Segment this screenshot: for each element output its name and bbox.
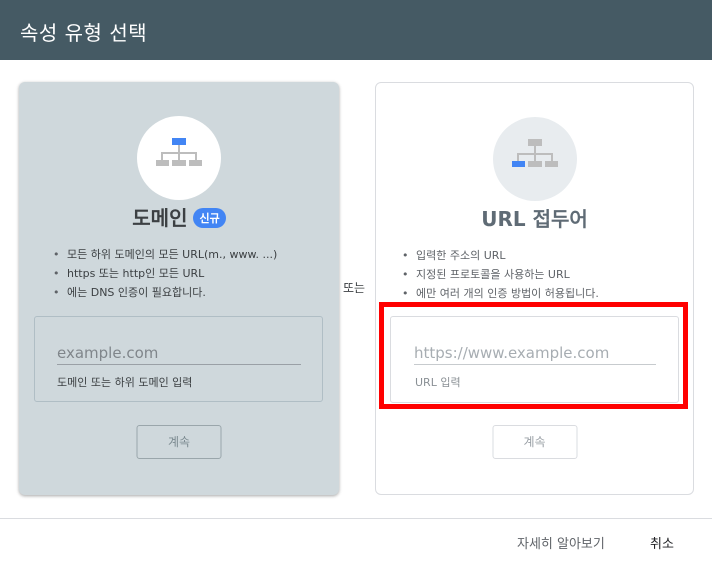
domain-card-title: 도메인 신규	[19, 202, 339, 231]
domain-input-box: 도메인 또는 하위 도메인 입력	[34, 316, 323, 402]
footer-divider	[0, 518, 712, 519]
or-separator: 또는	[343, 281, 366, 295]
url-icon-circle	[492, 117, 577, 201]
domain-input-hint: 도메인 또는 하위 도메인 입력	[57, 376, 193, 389]
sitemap-icon	[156, 138, 202, 166]
list-item: 에만 여러 개의 인증 방법이 허용됩니다.	[402, 284, 599, 303]
list-item: 모든 하위 도메인의 모든 URL(m., www. ...)	[53, 245, 277, 264]
list-item: https 또는 http인 모든 URL	[53, 264, 277, 283]
list-item: 지정된 프로토콜을 사용하는 URL	[402, 265, 599, 284]
url-prefix-property-card[interactable]: URL 접두어 입력한 주소의 URL 지정된 프로토콜을 사용하는 URL 에…	[375, 82, 694, 495]
new-badge: 신규	[193, 207, 226, 228]
url-card-title: URL 접두어	[481, 207, 588, 231]
highlight-box	[379, 302, 688, 409]
url-feature-list: 입력한 주소의 URL 지정된 프로토콜을 사용하는 URL 에만 여러 개의 …	[402, 246, 599, 303]
sitemap-icon	[511, 139, 558, 167]
url-continue-button[interactable]: 계속	[492, 425, 577, 459]
dialog-title: 속성 유형 선택	[20, 21, 148, 45]
domain-input[interactable]	[57, 341, 301, 365]
domain-property-card[interactable]: 도메인신규 모든 하위 도메인의 모든 URL(m., www. ...) ht…	[19, 82, 339, 495]
domain-title-text: 도메인	[132, 206, 188, 230]
domain-continue-button[interactable]: 계속	[136, 425, 222, 459]
dialog-header: 속성 유형 선택	[0, 0, 712, 60]
learn-more-link[interactable]: 자세히 알아보기	[517, 533, 605, 552]
list-item: 입력한 주소의 URL	[402, 246, 599, 265]
domain-feature-list: 모든 하위 도메인의 모든 URL(m., www. ...) https 또는…	[53, 245, 277, 302]
cancel-button[interactable]: 취소	[650, 533, 674, 552]
domain-icon-circle	[137, 116, 221, 200]
list-item: 에는 DNS 인증이 필요합니다.	[53, 283, 277, 302]
